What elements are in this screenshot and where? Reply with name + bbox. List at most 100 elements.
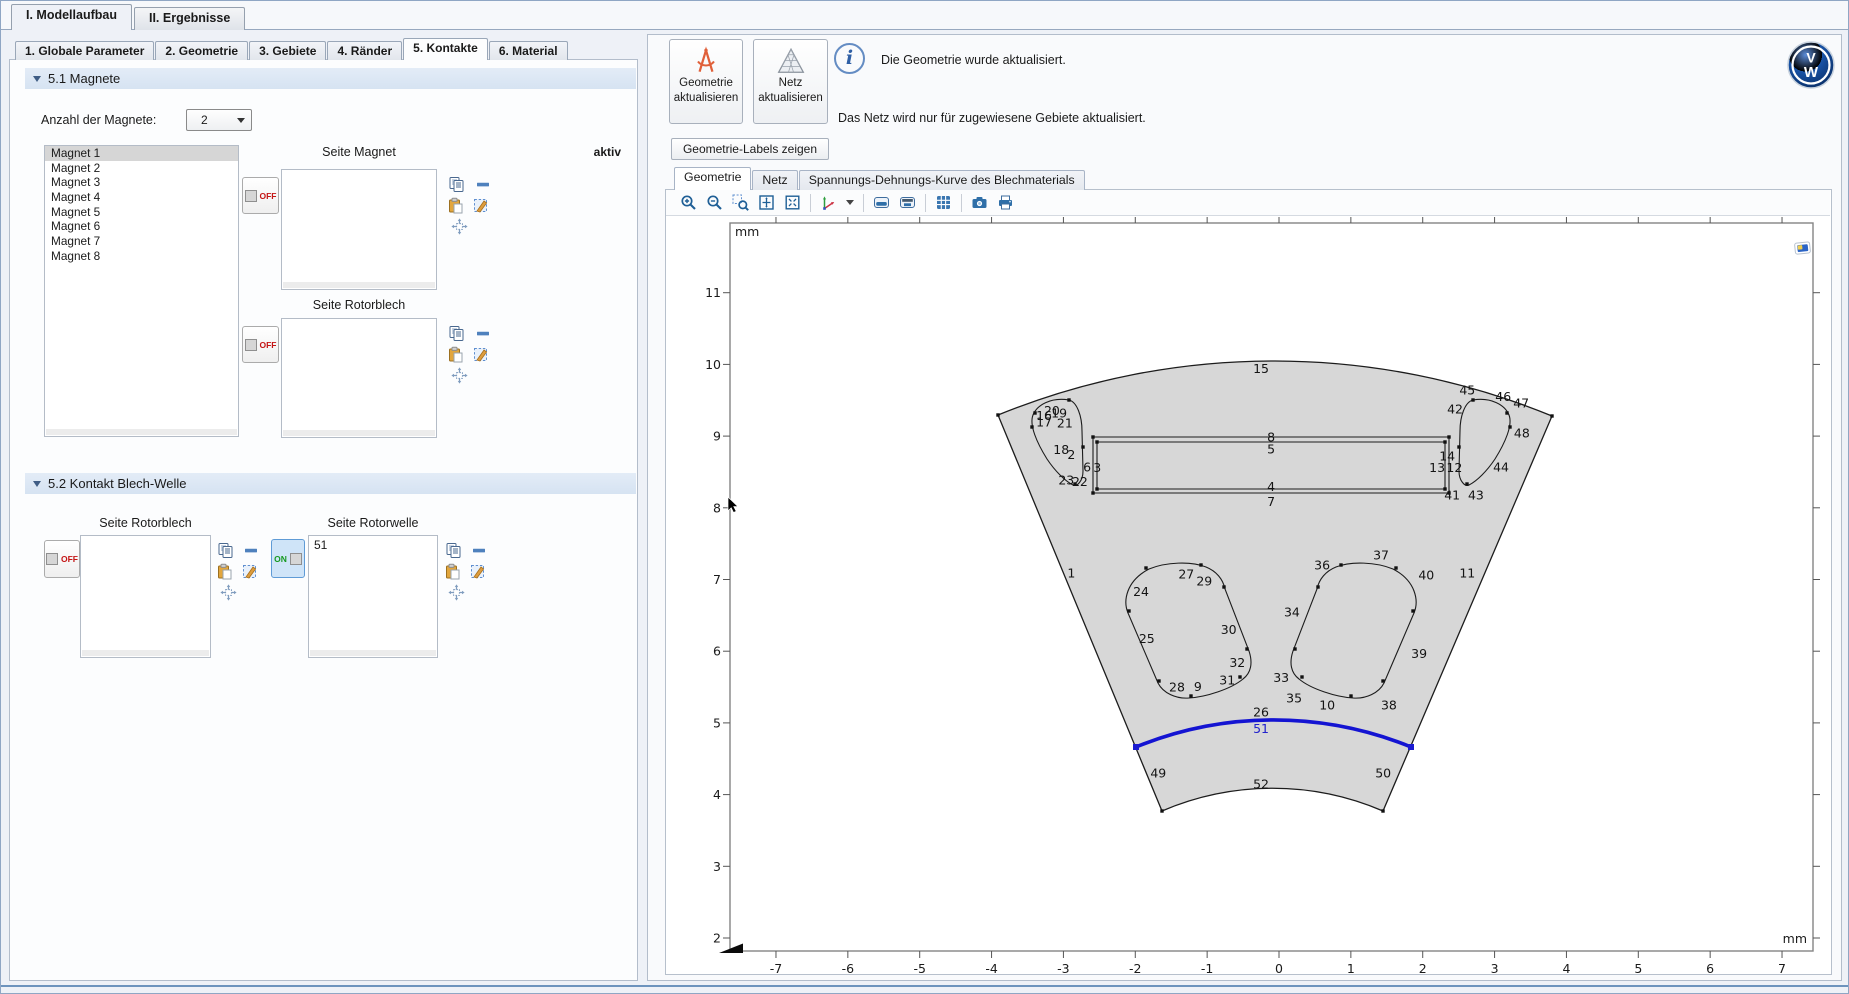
magnet-list-item-2[interactable]: Magnet 2: [45, 161, 238, 176]
axis-orientation-icon[interactable]: [820, 194, 837, 211]
paste-icon[interactable]: [447, 197, 464, 214]
graphics-tab-3[interactable]: Spannungs-Dehnungs-Kurve des Blechmateri…: [799, 170, 1085, 190]
paste-icon[interactable]: [447, 346, 464, 363]
magnet-list-item-4[interactable]: Magnet 4: [45, 190, 238, 205]
update-mesh-button[interactable]: Netz aktualisieren: [753, 39, 828, 124]
toggle-slider: [290, 553, 302, 565]
setup-tab-5[interactable]: 5. Kontakte: [403, 38, 488, 60]
remove-icon[interactable]: [471, 542, 488, 559]
paste-icon[interactable]: [216, 563, 233, 580]
copy-icon[interactable]: [217, 542, 234, 559]
graphics-tabs: GeometrieNetzSpannungs-Dehnungs-Kurve de…: [674, 168, 1086, 190]
edge-label-3: 3: [1093, 460, 1101, 475]
zoom-to-selection-icon[interactable]: [451, 218, 468, 235]
x-tick-label: -1: [1201, 961, 1213, 974]
copy-image-icon[interactable]: [873, 194, 890, 211]
geometry-status-message: Die Geometrie wurde aktualisiert.: [881, 53, 1066, 67]
window-tab-1[interactable]: I. Modellaufbau: [11, 4, 132, 30]
zoom-to-selection-icon[interactable]: [220, 584, 237, 601]
copy-icon[interactable]: [445, 542, 462, 559]
plot-corner-icon[interactable]: [1794, 241, 1812, 261]
seite-magnet-toggle[interactable]: OFF: [242, 177, 279, 214]
x-tick-label: 2: [1419, 961, 1427, 974]
kontakt-rotorblech-selection-box[interactable]: [80, 535, 211, 658]
magnet-list-item-6[interactable]: Magnet 6: [45, 219, 238, 234]
edge-label-2: 2: [1067, 447, 1075, 462]
y-tick-label: 10: [705, 357, 721, 372]
clear-selection-icon[interactable]: [472, 346, 489, 363]
edge-label-26: 26: [1253, 705, 1269, 720]
graphics-toolbar: [666, 190, 1830, 216]
setup-tab-6[interactable]: 6. Material: [489, 41, 568, 60]
graphics-tab-2[interactable]: Netz: [752, 170, 797, 190]
export-image-icon[interactable]: [899, 194, 916, 211]
graphics-tab-1[interactable]: Geometrie: [674, 167, 751, 190]
section-title: 5.1 Magnete: [48, 71, 120, 86]
reset-view-icon[interactable]: [784, 194, 801, 211]
zoom-out-icon[interactable]: [706, 194, 723, 211]
remove-icon[interactable]: [475, 325, 492, 342]
clear-selection-icon[interactable]: [241, 563, 258, 580]
kontakt-rotorwelle-selection-box[interactable]: 51: [308, 535, 438, 658]
magnet-list[interactable]: Magnet 1Magnet 2Magnet 3Magnet 4Magnet 5…: [44, 145, 239, 437]
clear-selection-icon[interactable]: [469, 563, 486, 580]
geometry-plot[interactable]: -7-6-5-4-3-2-101234567234567891011 15454…: [691, 216, 1831, 974]
seite-rotorblech-toggle[interactable]: OFF: [242, 326, 279, 363]
zoom-in-icon[interactable]: [680, 194, 697, 211]
y-tick-label: 5: [713, 715, 721, 730]
setup-tab-2[interactable]: 2. Geometrie: [155, 41, 248, 60]
edge-label-24: 24: [1133, 584, 1149, 599]
mesh-note-message: Das Netz wird nur für zugewiesene Gebiet…: [838, 111, 1146, 125]
edge-label-47: 47: [1513, 396, 1529, 411]
magnet-list-item-8[interactable]: Magnet 8: [45, 249, 238, 264]
x-tick-label: 5: [1634, 961, 1642, 974]
toolbar-separator: [925, 194, 926, 212]
chevron-down-icon[interactable]: [846, 200, 854, 205]
x-tick-label: 3: [1491, 961, 1499, 974]
magnet-list-item-3[interactable]: Magnet 3: [45, 175, 238, 190]
window-tab-2[interactable]: II. Ergebnisse: [134, 7, 245, 30]
zoom-selected-icon[interactable]: [732, 194, 749, 211]
kontakt-rotorblech-toggle[interactable]: OFF: [44, 540, 80, 578]
magnet-list-item-1[interactable]: Magnet 1: [45, 146, 238, 161]
print-icon[interactable]: [997, 194, 1014, 211]
grid-icon[interactable]: [935, 194, 952, 211]
setup-tab-4[interactable]: 4. Ränder: [327, 41, 402, 60]
edge-label-41: 41: [1444, 487, 1460, 502]
edge-label-5: 5: [1267, 442, 1275, 457]
toolbar-separator: [863, 194, 864, 212]
copy-icon[interactable]: [448, 325, 465, 342]
edge-label-17: 17: [1036, 414, 1052, 429]
edge-label-36: 36: [1314, 558, 1330, 573]
magnet-count-select[interactable]: 2: [186, 109, 252, 131]
show-geometry-labels-button[interactable]: Geometrie-Labels zeigen: [671, 138, 829, 160]
x-tick-label: -2: [1129, 961, 1141, 974]
edge-label-31: 31: [1219, 672, 1235, 687]
app-window: I. ModellaufbauII. Ergebnisse 1. Globale…: [0, 0, 1849, 994]
remove-icon[interactable]: [243, 542, 260, 559]
magnet-list-item-5[interactable]: Magnet 5: [45, 205, 238, 220]
setup-tab-3[interactable]: 3. Gebiete: [249, 41, 326, 60]
selection-item-51[interactable]: 51: [309, 536, 437, 554]
snapshot-icon[interactable]: [971, 194, 988, 211]
paste-icon[interactable]: [444, 563, 461, 580]
aktiv-column-label: aktiv: [551, 145, 621, 159]
magnet-list-item-7[interactable]: Magnet 7: [45, 234, 238, 249]
clear-selection-icon[interactable]: [472, 197, 489, 214]
section-header-magnete[interactable]: 5.1 Magnete: [25, 68, 636, 89]
edge-label-50: 50: [1375, 766, 1391, 781]
seite-rotorblech-selection-box[interactable]: [281, 318, 437, 438]
zoom-to-selection-icon[interactable]: [451, 367, 468, 384]
info-icon: i: [834, 43, 865, 74]
remove-icon[interactable]: [475, 176, 492, 193]
x-tick-label: 1: [1347, 961, 1355, 974]
setup-tab-1[interactable]: 1. Globale Parameter: [15, 41, 154, 60]
zoom-to-selection-icon[interactable]: [448, 584, 465, 601]
kontakt-rotorwelle-toggle[interactable]: ON: [271, 539, 305, 578]
zoom-extents-icon[interactable]: [758, 194, 775, 211]
update-geometry-button[interactable]: Geometrie aktualisieren: [669, 39, 743, 124]
seite-magnet-selection-box[interactable]: [281, 169, 437, 290]
copy-icon[interactable]: [448, 176, 465, 193]
section-header-kontakt[interactable]: 5.2 Kontakt Blech-Welle: [25, 473, 636, 494]
x-tick-label: -5: [913, 961, 925, 974]
